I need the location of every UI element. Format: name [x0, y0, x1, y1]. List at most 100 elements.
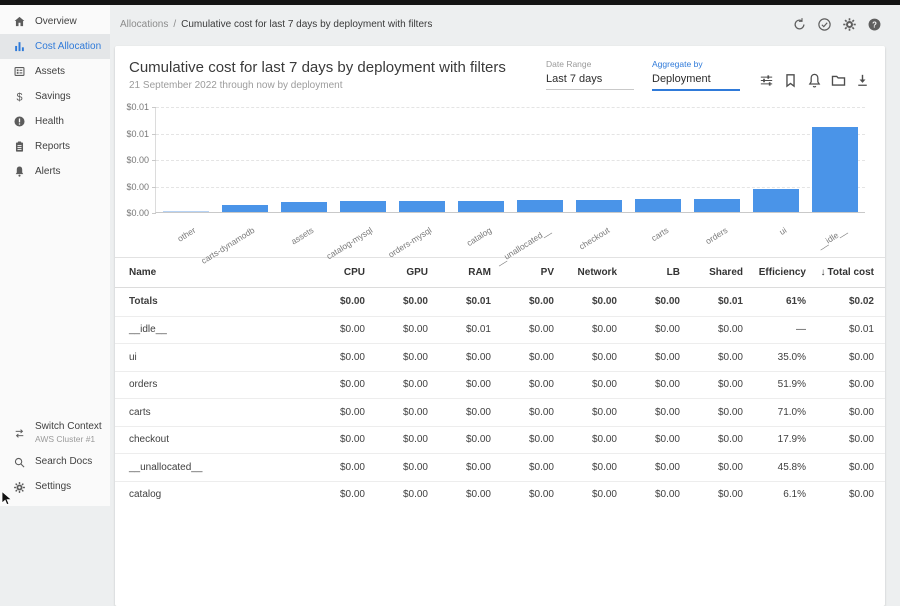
bar-carts[interactable]	[635, 199, 681, 212]
svg-text:?: ?	[872, 20, 877, 29]
table-row-orders[interactable]: orders$0.00$0.00$0.00$0.00$0.00$0.00$0.0…	[115, 371, 885, 399]
bar-catalog-mysql[interactable]	[340, 201, 386, 212]
table-row-ui[interactable]: ui$0.00$0.00$0.00$0.00$0.00$0.00$0.0035.…	[115, 343, 885, 371]
table-row-totals[interactable]: Totals$0.00$0.00$0.01$0.00$0.00$0.00$0.0…	[115, 288, 885, 316]
sidebar-item-label: Overview	[35, 16, 77, 27]
cell-lb: $0.00	[617, 407, 680, 418]
bar-ui[interactable]	[753, 189, 799, 212]
date-range-field[interactable]: Date Range Last 7 days	[546, 59, 634, 90]
table-row-carts[interactable]: carts$0.00$0.00$0.00$0.00$0.00$0.00$0.00…	[115, 398, 885, 426]
bookmark-icon[interactable]	[782, 72, 799, 89]
table-row-idle[interactable]: __idle__$0.00$0.00$0.01$0.00$0.00$0.00$0…	[115, 316, 885, 344]
cell-ram: $0.00	[428, 352, 491, 363]
assets-icon	[13, 65, 26, 78]
column-header-lb[interactable]: LB	[617, 267, 680, 278]
column-header-efficiency[interactable]: Efficiency	[743, 267, 806, 278]
cell-name: orders	[129, 379, 302, 390]
cell-ram: $0.01	[428, 324, 491, 335]
bell-icon	[13, 165, 26, 178]
topbar-icons: ?	[792, 17, 882, 32]
gridline	[156, 107, 865, 108]
download-icon[interactable]	[854, 72, 871, 89]
cell-gpu: $0.00	[365, 324, 428, 335]
sidebar-item-cost-allocation[interactable]: Cost Allocation	[0, 34, 110, 59]
column-header-name[interactable]: Name	[129, 267, 302, 278]
table-row-catalog[interactable]: catalog$0.00$0.00$0.00$0.00$0.00$0.00$0.…	[115, 481, 885, 509]
cell-name: ui	[129, 352, 302, 363]
cell-total: $0.00	[806, 352, 874, 363]
bar-other[interactable]	[163, 211, 209, 213]
date-range-label: Date Range	[546, 59, 634, 69]
cell-efficiency: 51.9%	[743, 379, 806, 390]
sidebar-item-label: Settings	[35, 481, 71, 494]
table-row-unallocated[interactable]: __unallocated__$0.00$0.00$0.00$0.00$0.00…	[115, 453, 885, 481]
cell-total: $0.00	[806, 379, 874, 390]
cell-cpu: $0.00	[302, 407, 365, 418]
bar-assets[interactable]	[281, 202, 327, 212]
column-header-pv[interactable]: PV	[491, 267, 554, 278]
sidebar-item-alerts[interactable]: Alerts	[0, 159, 110, 184]
column-header-network[interactable]: Network	[554, 267, 617, 278]
sidebar-item-label: Alerts	[35, 166, 61, 177]
bar-orders-mysql[interactable]	[399, 201, 445, 212]
check-circle-icon[interactable]	[817, 17, 832, 32]
aggregate-by-field[interactable]: Aggregate by Deployment	[652, 59, 740, 91]
home-icon	[13, 15, 26, 28]
cell-gpu: $0.00	[365, 462, 428, 473]
page-subtitle: 21 September 2022 through now by deploym…	[129, 80, 506, 91]
cell-gpu: $0.00	[365, 407, 428, 418]
cell-ram: $0.00	[428, 407, 491, 418]
bell-outline-icon[interactable]	[806, 72, 823, 89]
sidebar-item-settings[interactable]: Settings	[0, 475, 110, 500]
report-controls: Date Range Last 7 days Aggregate by Depl…	[546, 59, 871, 91]
cell-shared: $0.01	[680, 296, 743, 307]
table-row-checkout[interactable]: checkout$0.00$0.00$0.00$0.00$0.00$0.00$0…	[115, 426, 885, 454]
sidebar-item-assets[interactable]: Assets	[0, 59, 110, 84]
help-icon[interactable]: ?	[867, 17, 882, 32]
aggregate-by-label: Aggregate by	[652, 59, 740, 69]
breadcrumb-allocations-link[interactable]: Allocations	[120, 19, 168, 30]
cell-efficiency: 17.9%	[743, 434, 806, 445]
column-header-ram[interactable]: RAM	[428, 267, 491, 278]
report-toolbar	[758, 72, 871, 89]
refresh-icon[interactable]	[792, 17, 807, 32]
sidebar-item-label: Reports	[35, 141, 70, 152]
date-range-value[interactable]: Last 7 days	[546, 73, 634, 90]
aggregate-by-value[interactable]: Deployment	[652, 73, 740, 91]
sidebar-item-text: Settings	[35, 481, 71, 494]
sidebar-item-overview[interactable]: Overview	[0, 9, 110, 34]
gear-icon	[13, 481, 26, 494]
bar-unallocated[interactable]	[517, 200, 563, 212]
folder-icon[interactable]	[830, 72, 847, 89]
sidebar: Overview Cost AllocationAssets$SavingsHea…	[0, 5, 110, 506]
bar-carts-dynamodb[interactable]	[222, 205, 268, 212]
column-header-cpu[interactable]: CPU	[302, 267, 365, 278]
y-tick-mark	[152, 187, 156, 188]
sidebar-item-health[interactable]: Health	[0, 109, 110, 134]
column-header-gpu[interactable]: GPU	[365, 267, 428, 278]
x-tick-label: catalog-mysql	[325, 225, 375, 261]
x-tick-label: checkout	[577, 225, 611, 252]
breadcrumb-current: Cumulative cost for last 7 days by deplo…	[181, 19, 432, 30]
cell-pv: $0.00	[491, 489, 554, 500]
cell-total: $0.00	[806, 462, 874, 473]
tune-icon[interactable]	[758, 72, 775, 89]
column-header-total[interactable]: ↓Total cost	[806, 267, 874, 278]
y-tick-label: $0.00	[126, 155, 149, 165]
column-header-shared[interactable]: Shared	[680, 267, 743, 278]
cell-name: carts	[129, 407, 302, 418]
cell-total: $0.01	[806, 324, 874, 335]
sidebar-item-savings[interactable]: $Savings	[0, 84, 110, 109]
gridline	[156, 187, 865, 188]
bar-catalog[interactable]	[458, 201, 504, 212]
y-tick-mark	[152, 134, 156, 135]
cell-pv: $0.00	[491, 324, 554, 335]
cell-efficiency: 71.0%	[743, 407, 806, 418]
bar-orders[interactable]	[694, 199, 740, 212]
bar-checkout[interactable]	[576, 200, 622, 212]
sidebar-item-switch-context[interactable]: Switch ContextAWS Cluster #1	[0, 416, 110, 450]
sidebar-item-reports[interactable]: Reports	[0, 134, 110, 159]
gear-icon[interactable]	[842, 17, 857, 32]
sidebar-item-search-docs[interactable]: Search Docs	[0, 450, 110, 475]
bar-idle[interactable]	[812, 127, 858, 212]
